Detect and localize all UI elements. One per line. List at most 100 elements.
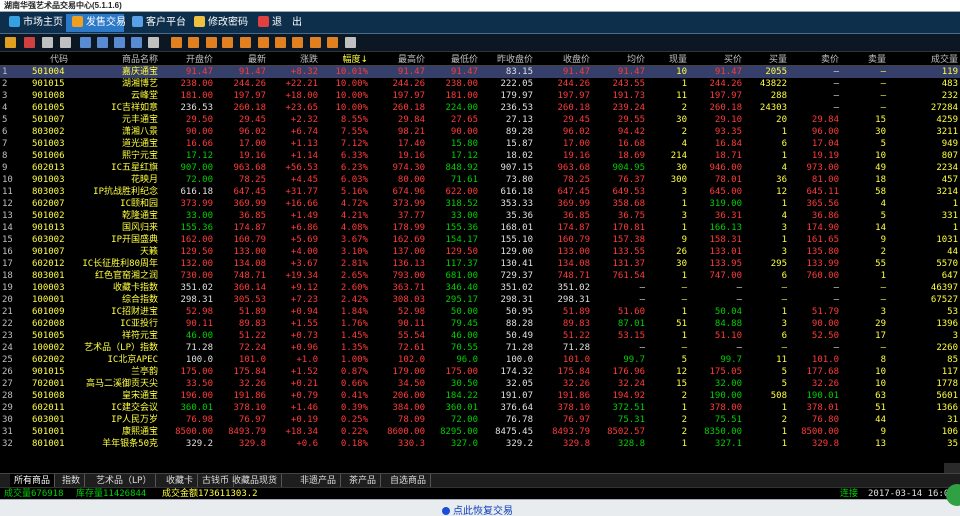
- table-row[interactable]: 28 501008 皇宋通宝 196.00 191.86 +0.79 0.41% 206.00…: [0, 390, 960, 402]
- column-header[interactable]: 涨跌: [268, 52, 320, 66]
- report5-icon[interactable]: [240, 37, 251, 48]
- tab-0[interactable]: 所有商品: [10, 474, 56, 488]
- menu-key[interactable]: 修改密码: [188, 14, 248, 32]
- column-header[interactable]: 最新: [215, 52, 268, 66]
- table-cell: 100.0: [505, 355, 533, 365]
- table-row[interactable]: 4 601005 IC吉祥如意 236.53 260.18 +23.65 10.00% 260…: [0, 102, 960, 114]
- settings-icon[interactable]: [345, 37, 356, 48]
- report8-icon[interactable]: [292, 37, 303, 48]
- print-icon[interactable]: [148, 37, 159, 48]
- table-cell: 2234: [936, 163, 958, 173]
- table-cell: 6: [2, 127, 8, 137]
- tab-3[interactable]: 收藏卡: [162, 474, 199, 488]
- column-header[interactable]: 最高价: [370, 52, 427, 66]
- table-cell: 8500.00: [175, 427, 213, 437]
- table-row[interactable]: 1 501004 嘉庆通宝 91.47 91.47 +8.32 10.01% 91.47 91.…: [0, 65, 960, 78]
- tab-8[interactable]: 自选商品: [386, 474, 432, 488]
- table-row[interactable]: 24 100002 艺术品（LP）指数 71.28 72.24 +0.96 1.35% 72.…: [0, 342, 960, 354]
- table-row[interactable]: 16 901007 天籁 129.50 133.00 +4.00 3.10% 137.00 12…: [0, 246, 960, 258]
- grid-icon[interactable]: [60, 37, 71, 48]
- report10-icon[interactable]: [327, 37, 338, 48]
- table-cell: 78.01: [714, 175, 742, 185]
- column-header[interactable]: 代码: [30, 52, 70, 66]
- table-cell: 96.02: [562, 127, 590, 137]
- menu-user[interactable]: 客户平台: [126, 14, 186, 32]
- table-cell: 129.00: [500, 247, 533, 257]
- table-row[interactable]: 27 702001 高马二溪御贡天尖 33.50 32.26 +0.21 0.66% 34.5…: [0, 378, 960, 390]
- menu-trade[interactable]: 发售交易: [66, 14, 126, 32]
- menu-exit[interactable]: 退: [252, 14, 282, 32]
- table3-icon[interactable]: [114, 37, 125, 48]
- menu-exit-end[interactable]: 出: [286, 14, 310, 32]
- table-row[interactable]: 22 602008 IC亚投行 90.11 89.83 +1.55 1.76% 90.11 79…: [0, 318, 960, 330]
- column-header[interactable]: 买量: [744, 52, 789, 66]
- table-row[interactable]: 12 602007 IC颐和园 373.99 369.99 +16.66 4.72% 373.…: [0, 198, 960, 210]
- column-header[interactable]: 成交量: [888, 52, 960, 66]
- table2-icon[interactable]: [97, 37, 108, 48]
- tab-1[interactable]: 指数: [58, 474, 86, 488]
- table-row[interactable]: 13 501002 乾隆通宝 33.00 36.85 +1.49 4.21% 37.77 33.…: [0, 210, 960, 222]
- restore-trading-link[interactable]: 点此恢复交易: [442, 502, 513, 516]
- report3-icon[interactable]: [206, 37, 217, 48]
- report9-icon[interactable]: [310, 37, 321, 48]
- table-row[interactable]: 10 901003 花映月 72.00 78.25 +4.45 6.03% 80.00 71.6…: [0, 174, 960, 186]
- menu-home[interactable]: 市场主页: [3, 14, 63, 32]
- column-header[interactable]: 现量: [647, 52, 689, 66]
- table-row[interactable]: 7 501003 道光通宝 16.66 17.00 +1.13 7.12% 17.40 15.8…: [0, 138, 960, 150]
- table-cell: 101.0: [811, 355, 839, 365]
- table-row[interactable]: 6 803002 潇湘八景 90.00 96.02 +6.74 7.55% 98.21 90.0…: [0, 126, 960, 138]
- report2-icon[interactable]: [188, 37, 199, 48]
- table-row[interactable]: 11 803003 IP抗战胜利纪念 616.18 647.45 +31.77 5.16% 6…: [0, 186, 960, 198]
- list-icon[interactable]: [42, 37, 53, 48]
- table-row[interactable]: 19 100003 收藏卡指数 351.02 360.14 +9.12 2.60% 363.7…: [0, 282, 960, 294]
- column-header[interactable]: 均价: [592, 52, 647, 66]
- column-header[interactable]: 最低价: [427, 52, 480, 66]
- column-header[interactable]: [0, 52, 30, 66]
- report7-icon[interactable]: [275, 37, 286, 48]
- table-row[interactable]: 5 501007 元丰通宝 29.50 29.45 +2.32 8.55% 29.84 27.6…: [0, 114, 960, 126]
- table-row[interactable]: 3 901008 云峰堂 181.00 197.97 +18.00 10.00% 197.97…: [0, 90, 960, 102]
- column-header[interactable]: 买价: [689, 52, 744, 66]
- horizontal-scrollbar[interactable]: [944, 463, 960, 473]
- table-row[interactable]: 2 901015 湖湘博艺 238.00 244.26 +22.21 10.00% 244.2…: [0, 78, 960, 90]
- table-row[interactable]: 20 100001 综合指数 298.31 305.53 +7.23 2.42% 308.03…: [0, 294, 960, 306]
- column-header[interactable]: 商品名称: [70, 52, 160, 66]
- table-cell: 88.28: [505, 319, 533, 329]
- table-row[interactable]: 25 602002 IC北京APEC 100.0 101.0 +1.0 1.00% 102.0…: [0, 354, 960, 366]
- table-row[interactable]: 8 501006 熙宁元宝 17.12 19.16 +1.14 6.33% 19.16 17.1…: [0, 150, 960, 162]
- table-row[interactable]: 31 501001 康熙通宝 8500.00 8493.79 +18.34 0.22% 860…: [0, 426, 960, 438]
- table-row[interactable]: 17 602012 IC长征胜利80周年 132.00 134.08 +3.67 2.81%…: [0, 258, 960, 270]
- column-header[interactable]: 昨收盘价: [480, 52, 535, 66]
- table-row[interactable]: 30 603001 IP人民万岁 76.98 76.97 +0.19 0.25% 78.09 7…: [0, 414, 960, 426]
- table-cell: 72.61: [397, 343, 425, 353]
- table-row[interactable]: 18 803001 红色官窑湘之润 730.00 748.71 +19.34 2.65% 79…: [0, 270, 960, 282]
- column-header[interactable]: 收盘价: [535, 52, 592, 66]
- table-row[interactable]: 15 603002 IP开国盛典 162.00 160.79 +5.69 3.67% 162.…: [0, 234, 960, 246]
- report-icon[interactable]: [171, 37, 182, 48]
- tab-6[interactable]: 非遗产品: [296, 474, 342, 488]
- report6-icon[interactable]: [258, 37, 269, 48]
- table-row[interactable]: 23 501005 祥符元宝 46.00 51.22 +0.73 1.45% 55.54 46.…: [0, 330, 960, 342]
- table4-icon[interactable]: [131, 37, 142, 48]
- table-row[interactable]: 32 801001 羊年银条50克 329.2 329.8 +0.6 0.18% 330.3 3…: [0, 438, 960, 450]
- table-row[interactable]: 9 602013 IC五星红旗 907.00 963.68 +56.53 6.23% 974.…: [0, 162, 960, 174]
- trend-icon[interactable]: [24, 37, 35, 48]
- table-row[interactable]: 29 602011 IC建交会议 360.01 378.10 +1.46 0.39% 384.…: [0, 402, 960, 414]
- table-cell: 298.31: [180, 295, 213, 305]
- table-row[interactable]: 14 901013 国风归来 155.36 174.87 +6.86 4.08% 178.99…: [0, 222, 960, 234]
- table-row[interactable]: 26 901015 兰亭韵 175.00 175.84 +1.52 0.87% 179.00 1…: [0, 366, 960, 378]
- chart-icon[interactable]: [5, 37, 16, 48]
- table-row[interactable]: 21 601009 IC招财进宝 52.98 51.89 +0.94 1.84% 52.98 5…: [0, 306, 960, 318]
- table-cell: 133.00: [233, 247, 266, 257]
- column-header[interactable]: 开盘价: [160, 52, 215, 66]
- table-cell: 32.26: [238, 379, 266, 389]
- tab-7[interactable]: 茶产品: [345, 474, 382, 488]
- column-header[interactable]: 卖价: [789, 52, 841, 66]
- table-icon[interactable]: [80, 37, 91, 48]
- table-cell: 647: [941, 271, 958, 281]
- column-header[interactable]: 卖量: [841, 52, 888, 66]
- tab-2[interactable]: 艺术品（LP）: [92, 474, 157, 488]
- report4-icon[interactable]: [222, 37, 233, 48]
- column-header[interactable]: 幅度↓: [320, 52, 370, 66]
- tab-5[interactable]: 收藏品现货: [228, 474, 283, 488]
